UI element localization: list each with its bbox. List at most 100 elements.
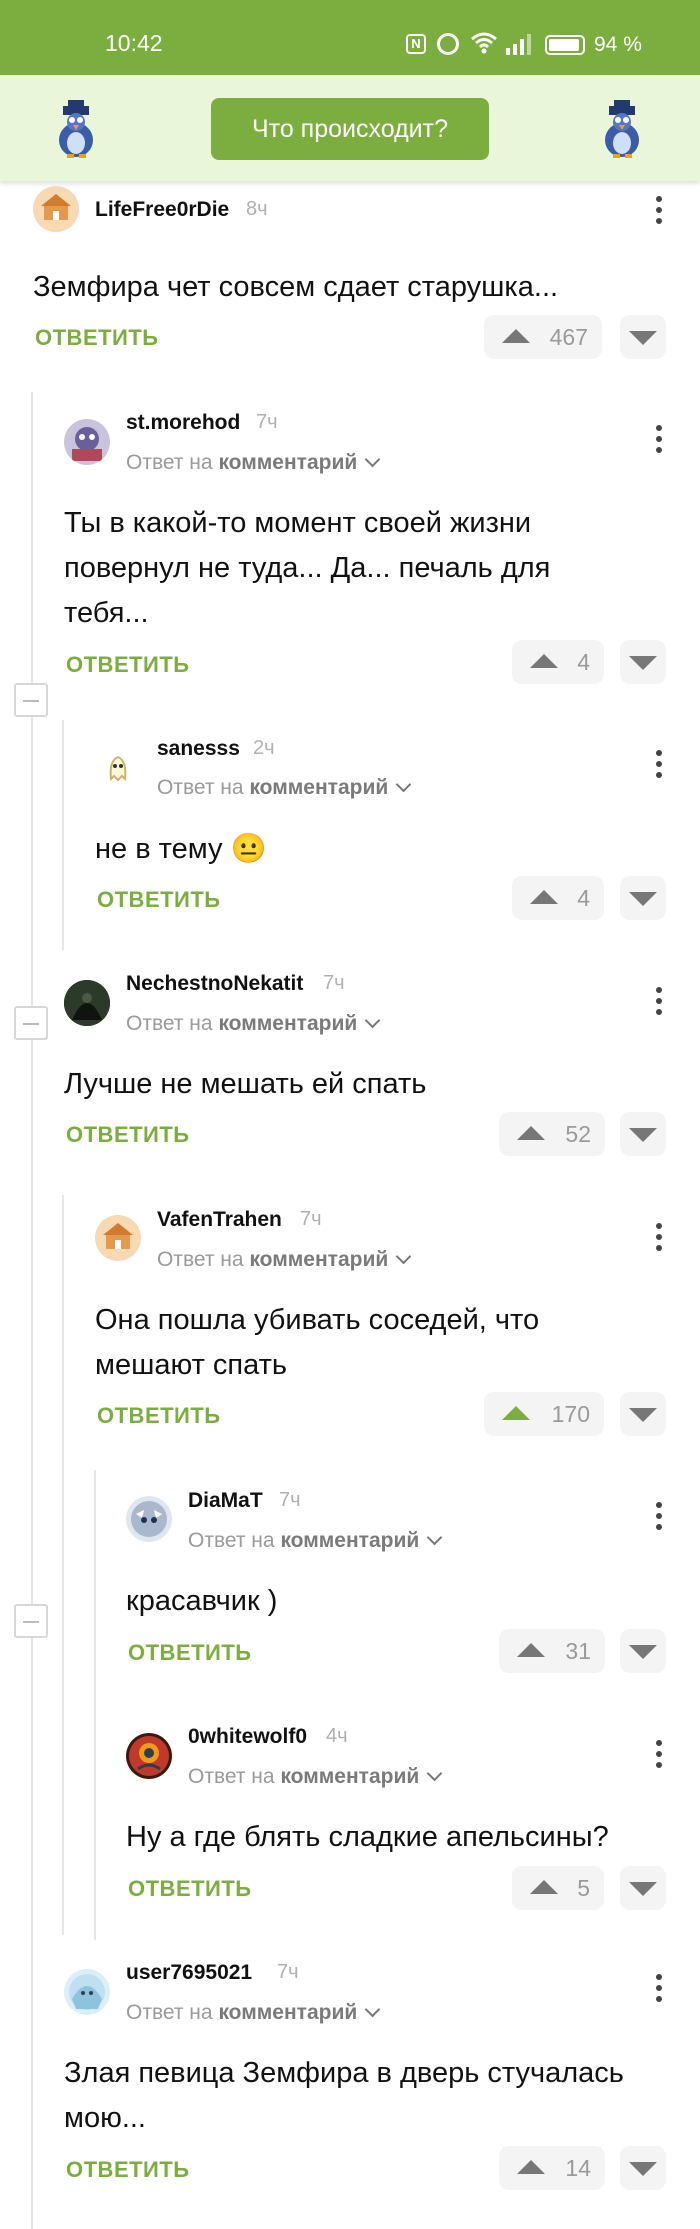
vote-count: 52 [565, 1121, 591, 1147]
upvote-button[interactable]: 31 [499, 1629, 605, 1673]
comment-author[interactable]: NechestnoNekatit [126, 972, 303, 996]
collapse-thread-button[interactable] [14, 1006, 48, 1040]
more-options-icon[interactable] [654, 1974, 664, 2008]
downvote-icon [629, 1408, 657, 1422]
collapse-thread-button[interactable] [14, 683, 48, 717]
downvote-button[interactable] [620, 876, 666, 920]
reply-to-link[interactable]: Ответ на комментарий [126, 451, 381, 475]
downvote-icon [629, 1128, 657, 1142]
reply-to-link[interactable]: Ответ на комментарий [157, 1248, 412, 1272]
whats-happening-button[interactable]: Что происходит? [211, 98, 489, 160]
reply-to-link[interactable]: Ответ на комментарий [188, 1529, 443, 1553]
comment-text: Земфира чет совсем сдает старушка... [33, 271, 559, 303]
more-options-icon[interactable] [654, 1740, 664, 1774]
downvote-icon [629, 656, 657, 670]
downvote-icon [629, 892, 657, 906]
comment-text: не в тему 😐 [95, 833, 267, 865]
avatar[interactable] [64, 419, 110, 465]
more-options-icon[interactable] [654, 1502, 664, 1536]
chevron-down-icon [364, 451, 381, 468]
upvote-icon [517, 2160, 545, 2174]
downvote-button[interactable] [620, 1112, 666, 1156]
alarm-icon [437, 33, 459, 55]
reply-button[interactable]: ОТВЕТИТЬ [128, 1876, 252, 1902]
comment-text: Злая певица Земфира в дверь стучалась мо… [64, 2057, 624, 2134]
comment-author[interactable]: DiaMaT [188, 1489, 263, 1513]
upvote-button[interactable]: 467 [484, 315, 602, 359]
thread-line [62, 720, 64, 950]
avatar[interactable] [64, 1969, 110, 2015]
vote-count: 31 [565, 1638, 591, 1664]
more-options-icon[interactable] [654, 1223, 664, 1257]
comment-age: 7ч [323, 972, 345, 994]
comment-author[interactable]: user7695021 [126, 1961, 252, 1985]
comment-text: Ты в какой-то момент своей жизни поверну… [64, 507, 551, 629]
collapse-thread-button[interactable] [14, 1604, 48, 1638]
wifi-icon [471, 32, 497, 54]
comment-author[interactable]: sanesss [157, 737, 240, 761]
vote-count: 5 [577, 1875, 590, 1901]
vote-count: 4 [577, 885, 590, 911]
thread-line [94, 1470, 96, 1940]
reply-button[interactable]: ОТВЕТИТЬ [66, 2157, 190, 2183]
upvote-button[interactable]: 4 [512, 640, 604, 684]
more-options-icon[interactable] [654, 196, 664, 230]
downvote-button[interactable] [620, 1392, 666, 1436]
nfc-icon: N [406, 34, 426, 54]
downvote-button[interactable] [620, 1629, 666, 1673]
downvote-button[interactable] [620, 315, 666, 359]
avatar[interactable] [95, 1215, 141, 1261]
reply-to-link[interactable]: Ответ на комментарий [188, 1765, 443, 1789]
thread-line [31, 392, 33, 2229]
comment-author[interactable]: st.morehod [126, 411, 240, 435]
upvote-icon [502, 329, 530, 343]
reply-button[interactable]: ОТВЕТИТЬ [66, 652, 190, 678]
thread-line [62, 1195, 64, 1935]
comment-age: 7ч [300, 1208, 322, 1230]
upvote-icon [502, 1406, 530, 1420]
avatar[interactable] [64, 980, 110, 1026]
more-options-icon[interactable] [654, 750, 664, 784]
chevron-down-icon [364, 1012, 381, 1029]
comment-author[interactable]: VafenTrahen [157, 1208, 282, 1232]
downvote-button[interactable] [620, 640, 666, 684]
comment-age: 4ч [326, 1725, 348, 1747]
reply-button[interactable]: ОТВЕТИТЬ [97, 1403, 221, 1429]
vote-count: 14 [565, 2155, 591, 2181]
upvote-button[interactable]: 52 [499, 1112, 605, 1156]
avatar[interactable] [95, 745, 141, 791]
reply-to-link[interactable]: Ответ на комментарий [126, 2001, 381, 2025]
mascot-icon[interactable] [53, 98, 99, 160]
reply-to-link[interactable]: Ответ на комментарий [126, 1012, 381, 1036]
comment-age: 2ч [253, 737, 275, 759]
comment-text: красавчик ) [126, 1585, 278, 1617]
more-options-icon[interactable] [654, 987, 664, 1021]
downvote-button[interactable] [620, 1866, 666, 1910]
comment-author[interactable]: 0whitewolf0 [188, 1725, 307, 1749]
reply-button[interactable]: ОТВЕТИТЬ [97, 887, 221, 913]
downvote-button[interactable] [620, 2146, 666, 2190]
avatar[interactable] [33, 186, 79, 232]
avatar[interactable] [126, 1496, 172, 1542]
chevron-down-icon [395, 1248, 412, 1265]
more-options-icon[interactable] [654, 425, 664, 459]
comment-author[interactable]: LifeFree0rDie [95, 198, 229, 222]
comment-age: 8ч [246, 198, 268, 220]
reply-button[interactable]: ОТВЕТИТЬ [66, 1122, 190, 1148]
vote-count: 170 [551, 1401, 590, 1427]
reply-button[interactable]: ОТВЕТИТЬ [35, 325, 159, 351]
battery-icon [545, 35, 585, 55]
reply-button[interactable]: ОТВЕТИТЬ [128, 1640, 252, 1666]
upvote-button[interactable]: 5 [512, 1866, 604, 1910]
upvote-button[interactable]: 170 [484, 1392, 604, 1436]
upvote-button[interactable]: 14 [499, 2146, 605, 2190]
reply-to-link[interactable]: Ответ на комментарий [157, 776, 412, 800]
comment-age: 7ч [256, 411, 278, 433]
downvote-icon [629, 1882, 657, 1896]
avatar[interactable] [126, 1733, 172, 1779]
downvote-icon [629, 2162, 657, 2176]
upvote-icon [517, 1126, 545, 1140]
upvote-button[interactable]: 4 [512, 876, 604, 920]
mascot-icon[interactable] [599, 98, 645, 160]
comment-text: Ну а где блять сладкие апельсины? [126, 1821, 609, 1853]
